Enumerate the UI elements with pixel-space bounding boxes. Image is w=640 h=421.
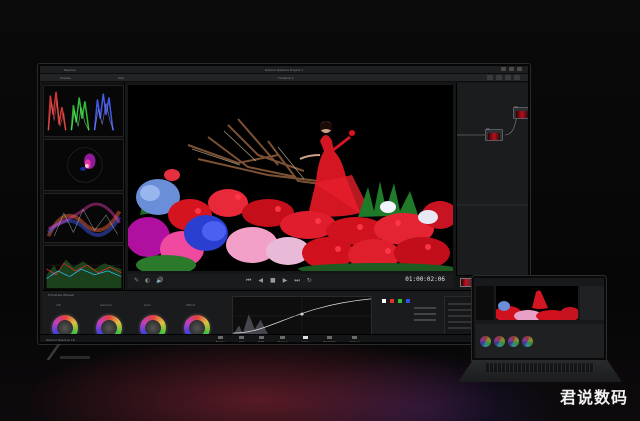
transport-bar: ✎ ◐ 🔊 ⏮ ◀ ■ ▶ ⏭ ↻ 01:00:02:06 <box>128 274 453 288</box>
curves-editor[interactable] <box>232 296 372 336</box>
parade-scope <box>43 85 124 137</box>
workspace-toolbar: Scopes Clip Timeline 1 <box>40 74 528 82</box>
laptop-scopes-panel <box>476 286 494 320</box>
laptop-wheel <box>508 336 519 347</box>
page-tab-media[interactable]: Media <box>216 336 226 344</box>
curve-channel-controls <box>380 297 438 335</box>
page-tab-cut[interactable]: Cut <box>239 336 245 344</box>
node-toolbar-icons <box>487 75 520 80</box>
page-tab-label: Fairlight <box>323 340 336 344</box>
timeline-label[interactable]: Timeline 1 <box>278 76 294 80</box>
product-label: DaVinci Resolve 18 <box>46 338 75 342</box>
laptop-node-editor <box>580 286 604 320</box>
laptop-wheel <box>480 336 491 347</box>
media-page-icon <box>218 336 223 339</box>
page-tab-deliver[interactable]: Deliver <box>349 336 361 344</box>
wifi-icon <box>501 67 506 71</box>
play-icon[interactable]: ▶ <box>283 277 288 284</box>
wheel-label-gamma: Gamma <box>100 303 112 307</box>
scopes-panel <box>42 83 125 296</box>
cut-page-icon <box>239 336 245 339</box>
laptop-keyboard <box>486 363 594 372</box>
page-tab-label: Fusion <box>278 340 288 344</box>
skip-start-icon[interactable]: ⏮ <box>246 277 251 284</box>
loop-icon[interactable]: ↻ <box>307 277 312 284</box>
clock-icon <box>517 67 522 71</box>
audio-icon[interactable]: 🔊 <box>156 277 163 284</box>
page-tab-fairlight[interactable]: Fairlight <box>323 336 336 344</box>
node-02-label: 02 <box>514 105 518 109</box>
laptop-wheel <box>494 336 505 347</box>
clip-label[interactable]: Clip <box>118 76 124 80</box>
node-01-label: 01 <box>486 127 490 131</box>
wheel-label-offset: Offset <box>186 303 196 307</box>
product-scene: Resolve DaVinci Resolve Project 1 Scopes… <box>0 0 640 421</box>
curve-slider[interactable] <box>414 307 436 309</box>
monitor-stand-foot <box>60 356 90 359</box>
curve-slider-3[interactable] <box>414 319 436 321</box>
histogram-scope-graphic <box>44 246 123 292</box>
channel-y-swatch[interactable] <box>382 299 386 303</box>
fairlight-page-icon <box>326 336 332 339</box>
page-tab-label: Edit <box>258 340 265 344</box>
laptop-display <box>472 276 606 360</box>
waveform-scope-graphic <box>46 202 122 238</box>
monitor-display: Resolve DaVinci Resolve Project 1 Scopes… <box>38 64 530 344</box>
system-icons <box>501 67 522 71</box>
page-tab-color[interactable]: Color <box>301 336 310 344</box>
page-tab-label: Cut <box>239 340 245 344</box>
page-tab-label: Media <box>216 340 226 344</box>
page-tab-label: Deliver <box>349 340 361 344</box>
node-02-thumbnail <box>516 111 528 118</box>
parade-scope-graphic <box>47 91 115 131</box>
laptop-wheel <box>522 336 533 347</box>
laptop-color-panel <box>476 324 604 358</box>
scopes-label[interactable]: Scopes <box>60 76 71 80</box>
waveform-scope <box>43 193 124 243</box>
node-zoom-icon[interactable] <box>505 75 511 80</box>
vectorscope <box>43 139 124 191</box>
play-reverse-icon[interactable]: ◀ <box>258 277 263 284</box>
laptop-viewer <box>496 286 578 320</box>
page-tab-fusion[interactable]: Fusion <box>278 336 288 344</box>
deliver-page-icon <box>352 336 358 339</box>
skip-end-icon[interactable]: ⏭ <box>294 277 299 284</box>
channel-g-swatch[interactable] <box>398 299 402 303</box>
vectorscope-graphic <box>67 147 103 183</box>
node-menu-icon[interactable] <box>514 75 520 80</box>
page-tab-edit[interactable]: Edit <box>258 336 265 344</box>
viewer-tools: ✎ ◐ 🔊 <box>134 277 164 284</box>
pen-tool-icon[interactable]: ✎ <box>134 277 139 284</box>
curves-graphic <box>233 297 371 335</box>
histogram-scope <box>43 245 124 293</box>
page-navigation-bar: DaVinci Resolve 18 Media Cut Edit Fusion… <box>40 334 528 344</box>
menu-app-name[interactable]: Resolve <box>64 68 76 72</box>
node-editor[interactable]: 01 02 <box>456 83 528 275</box>
wheel-label-gain: Gain <box>144 303 151 307</box>
project-title: DaVinci Resolve Project 1 <box>265 68 304 72</box>
menu-bar: Resolve DaVinci Resolve Project 1 <box>40 66 528 74</box>
laptop-viewer-image <box>496 286 578 320</box>
curve-slider-2[interactable] <box>414 313 436 315</box>
node-mode-icon[interactable] <box>496 75 502 80</box>
channel-b-swatch[interactable] <box>406 299 410 303</box>
wheels-title: Primaries Wheels <box>48 293 74 297</box>
fusion-page-icon <box>280 336 286 339</box>
page-tabs: Media Cut Edit Fusion Color Fairlight De… <box>216 336 361 344</box>
node-add-icon[interactable] <box>487 75 493 80</box>
watermark-text: 君说数码 <box>559 388 628 407</box>
timecode-display: 01:00:02:06 <box>405 276 445 283</box>
stop-icon[interactable]: ■ <box>270 277 276 284</box>
node-01-thumbnail <box>488 133 500 140</box>
viewer-frame-image <box>128 85 453 271</box>
page-tab-label: Color <box>301 340 310 344</box>
clip-viewer[interactable] <box>128 85 453 271</box>
battery-icon <box>509 67 514 71</box>
wipe-tool-icon[interactable]: ◐ <box>145 277 150 284</box>
playback-controls: ⏮ ◀ ■ ▶ ⏭ ↻ <box>246 277 312 284</box>
edit-page-icon <box>258 336 264 339</box>
channel-r-swatch[interactable] <box>390 299 394 303</box>
color-page-icon <box>303 336 309 339</box>
wheel-label-lift: Lift <box>56 303 61 307</box>
